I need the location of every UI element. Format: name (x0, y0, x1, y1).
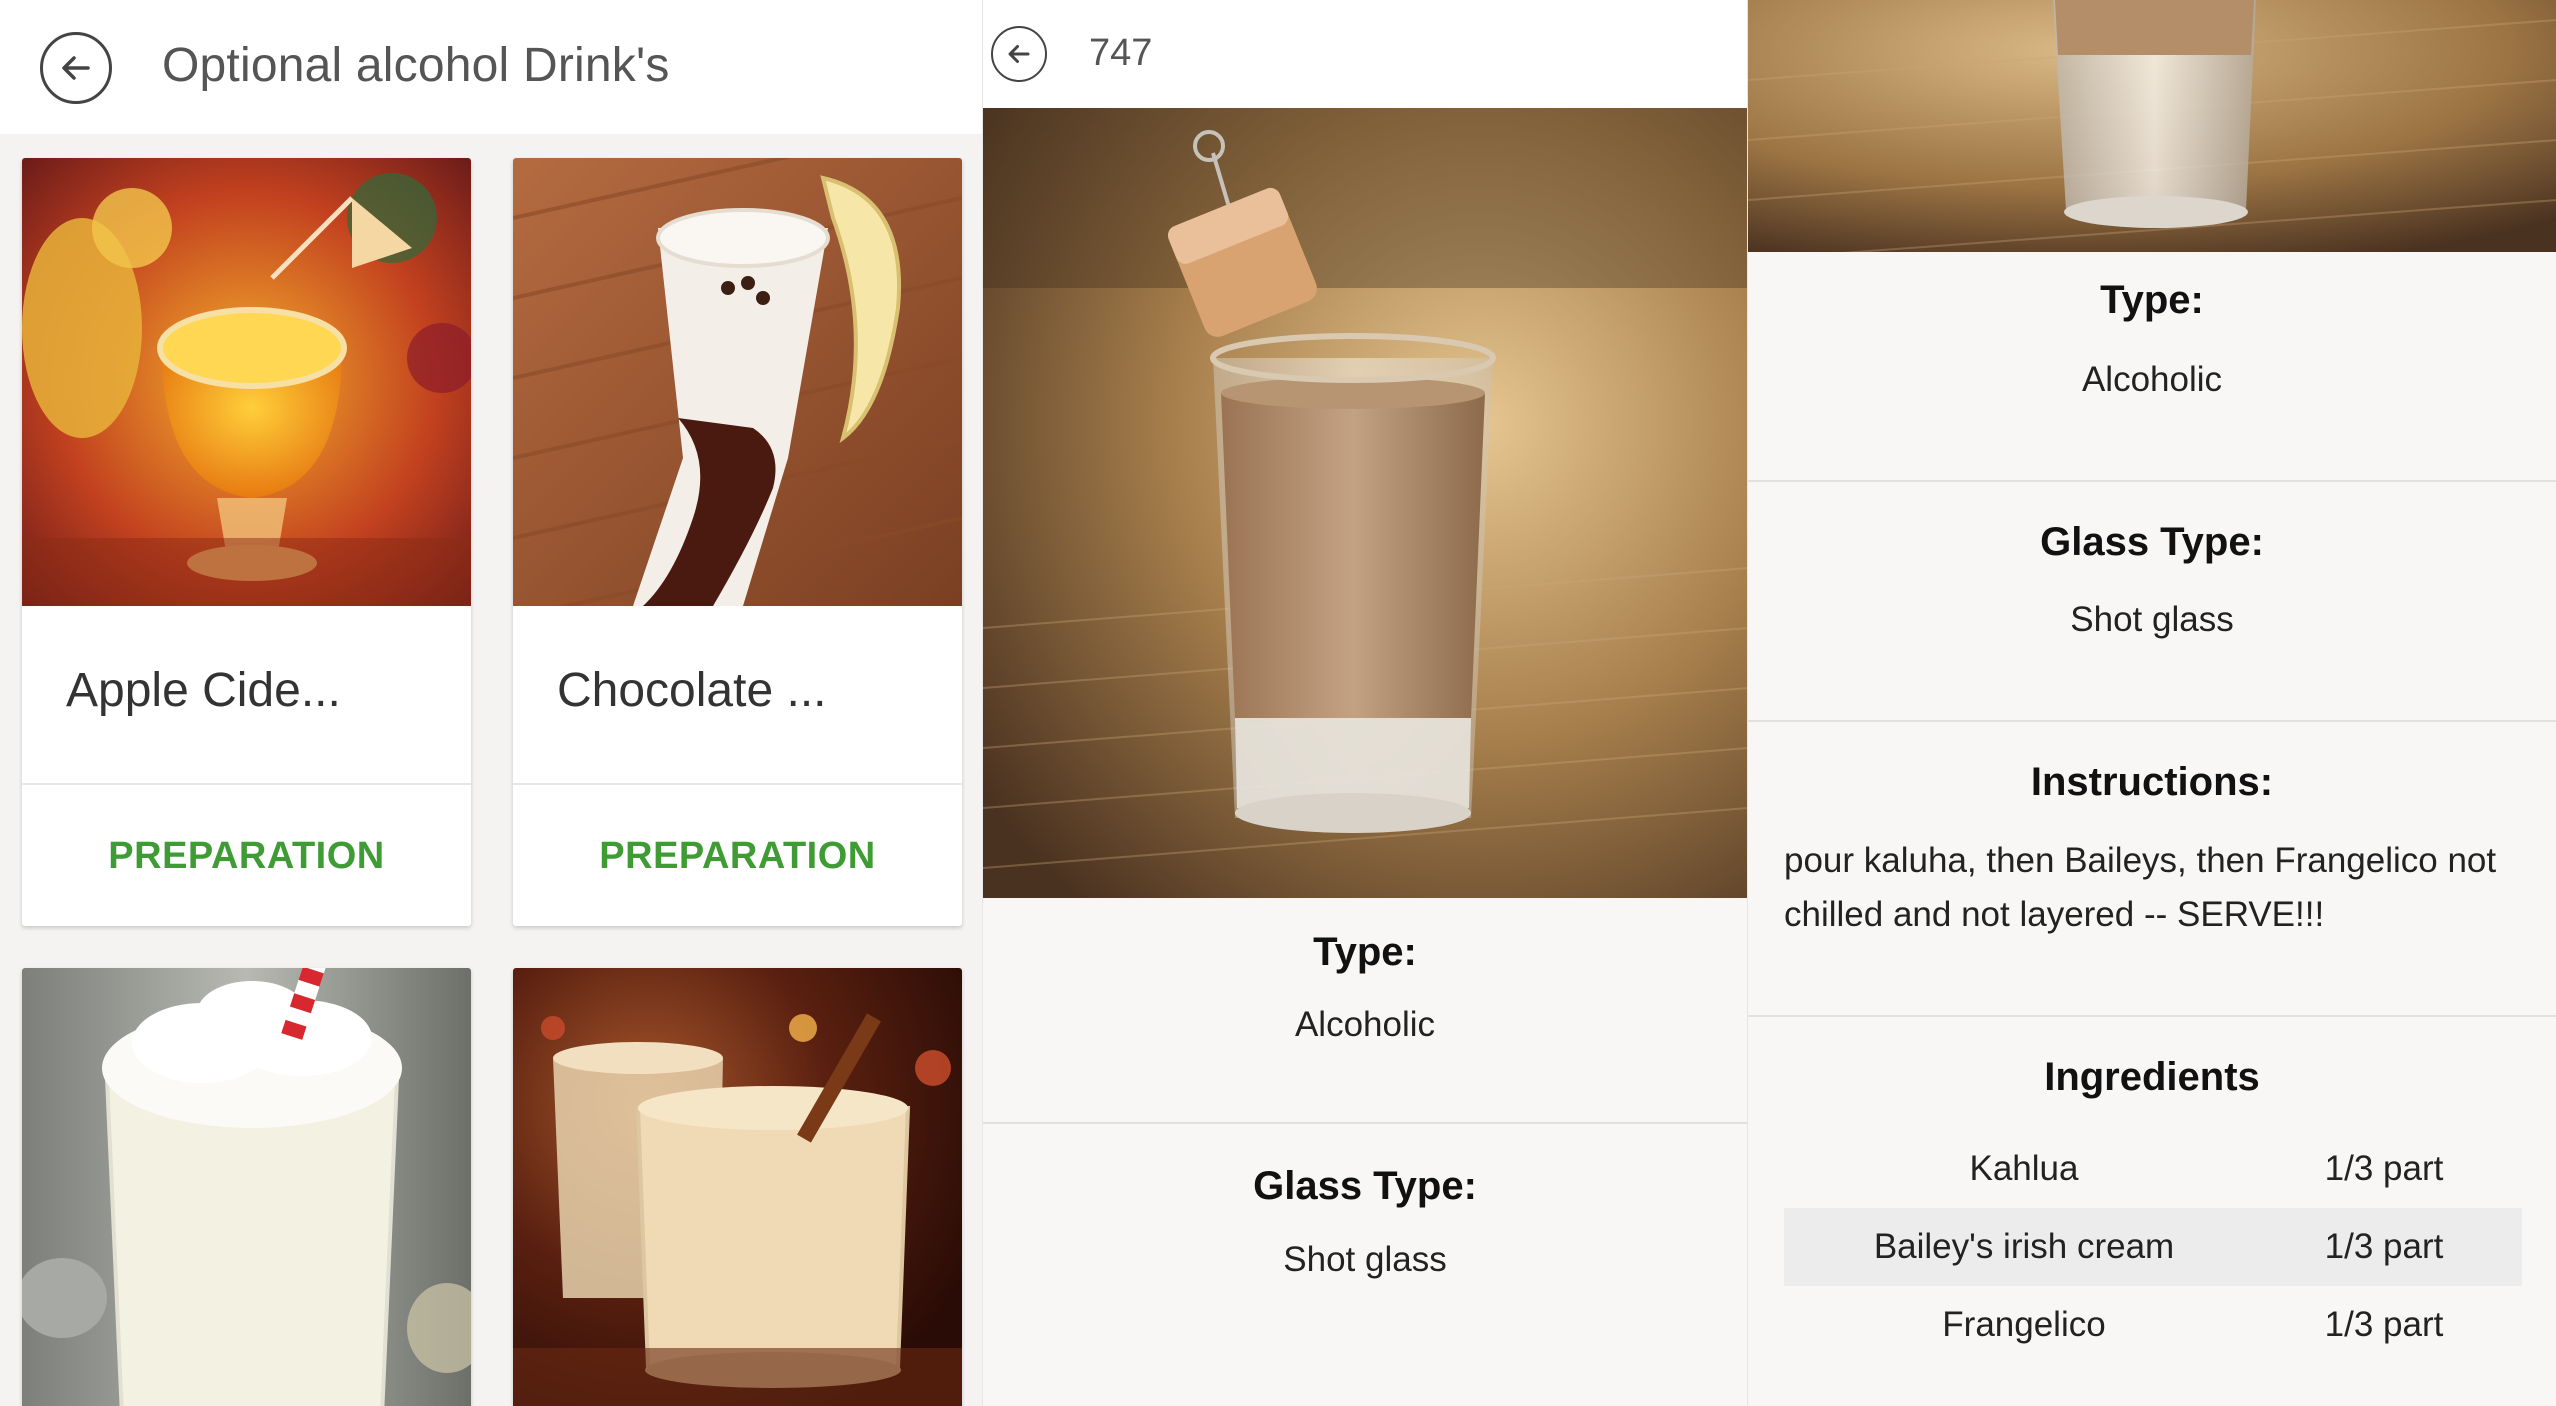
layered-shot-photo (1748, 0, 2556, 252)
arrow-left-icon (62, 56, 90, 80)
ingredient-row: Frangelico 1/3 part (1784, 1286, 2522, 1364)
glass-type-value: Shot glass (1283, 1240, 1447, 1279)
preparation-button[interactable]: PREPARATION (22, 786, 471, 926)
whipped-cream-drink-photo (22, 968, 471, 1406)
eggnog-cinnamon-photo (513, 968, 962, 1406)
ingredient-name: Bailey's irish cream (1873, 1227, 2175, 1266)
app-bar: Optional alcohol Drink's (0, 0, 982, 134)
type-value: Alcoholic (2081, 360, 2223, 399)
layered-shot-photo (983, 108, 1747, 898)
chocolate-banana-shake-photo (513, 158, 962, 606)
drink-title: 747 (1089, 32, 1153, 74)
divider (22, 783, 471, 785)
type-value: Alcoholic (1294, 1005, 1436, 1044)
back-button[interactable] (40, 32, 112, 104)
ingredients-label: Ingredients (2044, 1055, 2260, 1099)
app-bar: 747 (983, 0, 1747, 108)
ingredient-measure: 1/3 part (2324, 1227, 2444, 1266)
drink-list-screen: Optional alcohol Drink's Apple Cide... P… (0, 0, 982, 1406)
ingredient-name: Kahlua (1969, 1149, 2079, 1188)
divider (1748, 1015, 2556, 1017)
glass-type-label: Glass Type: (1253, 1164, 1477, 1208)
divider (513, 783, 962, 785)
ingredient-row: Kahlua 1/3 part (1784, 1130, 2522, 1208)
back-button[interactable] (991, 26, 1047, 82)
orange-punch-photo (22, 158, 471, 606)
drink-card[interactable]: Chocolate ... PREPARATION (513, 158, 962, 926)
ingredient-measure: 1/3 part (2324, 1149, 2444, 1188)
ingredient-name: Frangelico (1942, 1305, 2106, 1344)
type-label: Type: (1313, 930, 1417, 974)
drink-card[interactable] (513, 968, 962, 1406)
drink-detail-screen: 747 Type: Alcoholic Glass Type: Shot gla… (982, 0, 1747, 1406)
instructions-label: Instructions: (2030, 760, 2274, 804)
drink-name: Apple Cide... (66, 664, 341, 717)
preparation-button[interactable]: PREPARATION (513, 786, 962, 926)
glass-type-value: Shot glass (2070, 600, 2234, 639)
ingredient-measure: 1/3 part (2324, 1305, 2444, 1344)
type-label: Type: (2100, 278, 2204, 322)
divider (1748, 480, 2556, 482)
ingredient-row: Bailey's irish cream 1/3 part (1784, 1208, 2522, 1286)
drink-card[interactable]: Apple Cide... PREPARATION (22, 158, 471, 926)
glass-type-label: Glass Type: (2040, 520, 2264, 564)
arrow-left-icon (1008, 45, 1030, 63)
divider (1748, 720, 2556, 722)
divider (983, 1122, 1747, 1124)
drink-detail-scrolled-screen: Type: Alcoholic Glass Type: Shot glass I… (1747, 0, 2556, 1406)
drink-name: Chocolate ... (557, 664, 827, 717)
drink-card[interactable] (22, 968, 471, 1406)
page-title: Optional alcohol Drink's (162, 39, 670, 92)
instructions-text: pour kaluha, then Baileys, then Frangeli… (1784, 841, 2497, 934)
